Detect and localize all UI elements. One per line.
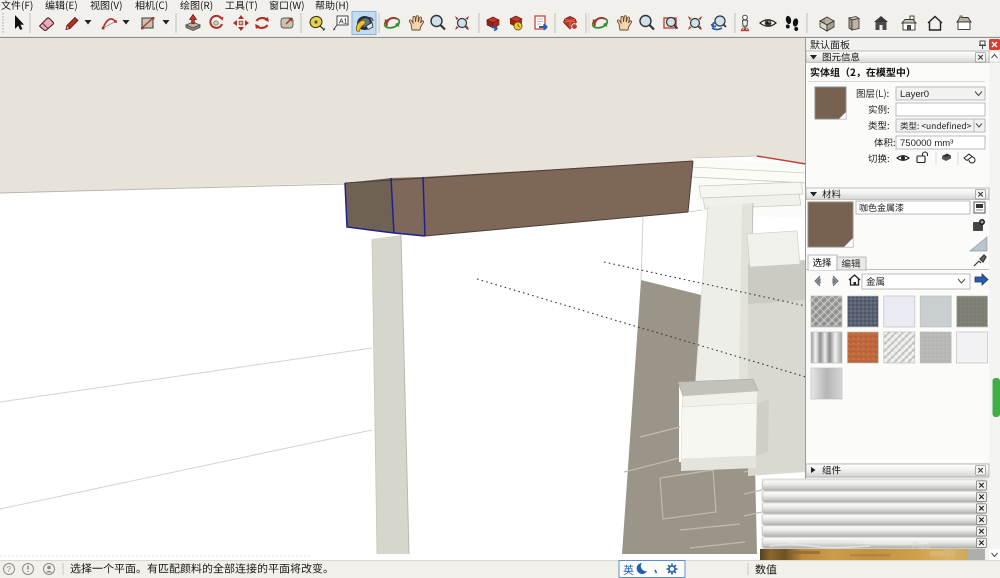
svg-text:A1: A1	[339, 19, 348, 26]
svg-text:Layer0: Layer0	[900, 89, 929, 100]
svg-text:?: ?	[7, 565, 12, 574]
svg-text:750000 mm³: 750000 mm³	[900, 138, 953, 149]
